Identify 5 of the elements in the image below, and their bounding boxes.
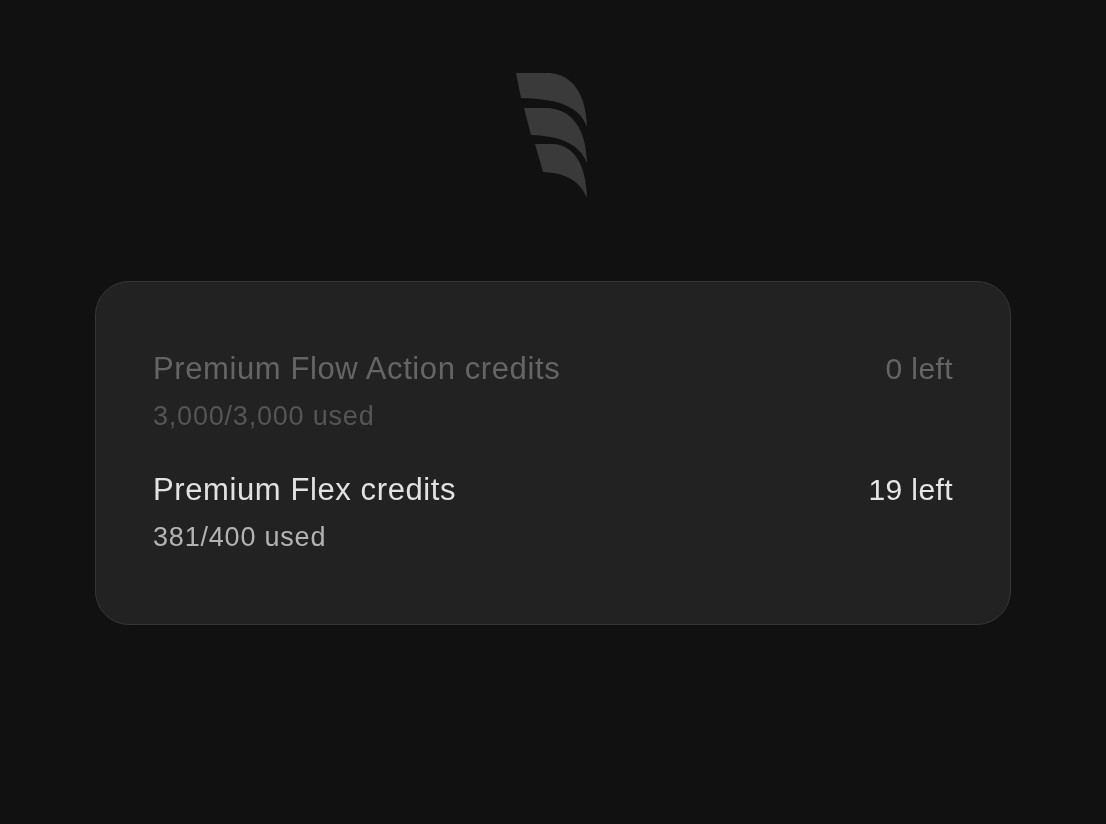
credits-remaining: 19 left — [868, 472, 953, 508]
credit-name: Premium Flex credits — [153, 471, 457, 509]
credit-usage: 381/400 used — [153, 521, 328, 554]
credit-name: Premium Flow Action credits — [153, 350, 561, 388]
credits-remaining: 0 left — [885, 351, 953, 387]
